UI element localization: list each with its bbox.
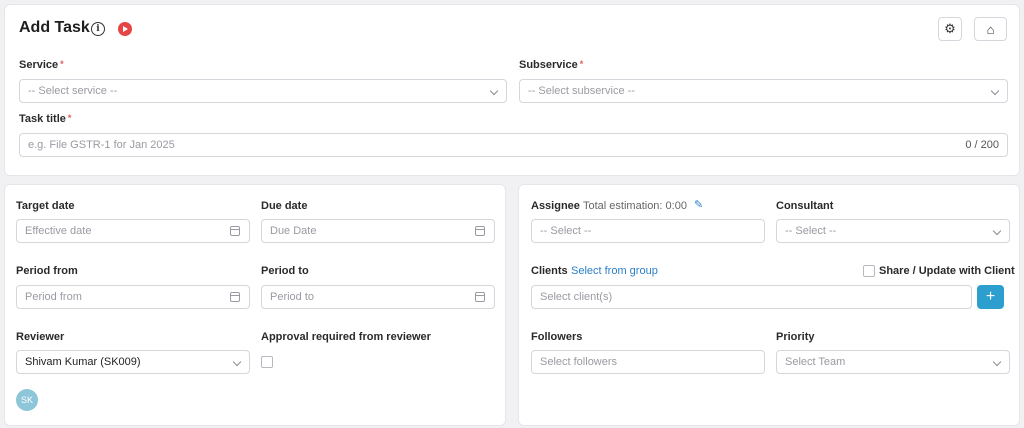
consultant-label: Consultant: [776, 200, 834, 212]
service-placeholder: -- Select service --: [28, 85, 118, 97]
assignment-card: Assignee Total estimation: 0:00 ✎ -- Sel…: [518, 184, 1020, 426]
period-to-placeholder: Period to: [270, 291, 315, 303]
followers-input[interactable]: Select followers: [531, 350, 765, 374]
settings-button[interactable]: ⚙: [938, 17, 962, 41]
clients-input[interactable]: Select client(s): [531, 285, 972, 309]
subservice-select[interactable]: -- Select subservice --: [519, 79, 1008, 103]
subservice-placeholder: -- Select subservice --: [528, 85, 635, 97]
target-date-input[interactable]: Effective date: [16, 219, 250, 243]
home-button[interactable]: ⌂: [974, 17, 1007, 41]
priority-placeholder: Select Team: [785, 356, 846, 368]
home-icon: ⌂: [986, 21, 995, 37]
service-label: Service *: [19, 59, 64, 71]
followers-label: Followers: [531, 331, 583, 343]
assignee-select[interactable]: -- Select --: [531, 219, 765, 243]
add-task-header-card: Add Task i ⚙ ⌂ Service * -- Select servic…: [4, 4, 1020, 176]
due-date-placeholder: Due Date: [270, 225, 317, 237]
add-client-button[interactable]: +: [977, 285, 1004, 309]
task-title-label: Task title *: [19, 113, 72, 125]
service-select[interactable]: -- Select service --: [19, 79, 507, 103]
followers-placeholder: Select followers: [540, 356, 618, 368]
edit-pencil-icon[interactable]: ✎: [694, 198, 703, 211]
share-checkbox[interactable]: [863, 265, 875, 277]
clients-label: Clients: [531, 265, 568, 277]
clients-placeholder: Select client(s): [540, 291, 613, 303]
target-date-label: Target date: [16, 200, 75, 212]
char-counter: 0 / 200: [965, 139, 999, 151]
page-title: Add Task: [19, 19, 90, 36]
calendar-icon: [475, 292, 485, 302]
consultant-select[interactable]: -- Select --: [776, 219, 1010, 243]
period-from-input[interactable]: Period from: [16, 285, 250, 309]
select-from-group-link[interactable]: Select from group: [571, 265, 658, 277]
due-date-input[interactable]: Due Date: [261, 219, 495, 243]
plus-icon: +: [985, 288, 996, 305]
total-estimation: Total estimation: 0:00: [583, 200, 687, 212]
period-from-label: Period from: [16, 265, 78, 277]
calendar-icon: [230, 292, 240, 302]
period-to-input[interactable]: Period to: [261, 285, 495, 309]
priority-label: Priority: [776, 331, 815, 343]
schedule-card: Target date Effective date Due date Due …: [4, 184, 506, 426]
assignee-label: Assignee: [531, 200, 580, 212]
reviewer-value: Shivam Kumar (SK009): [25, 356, 141, 368]
assignee-placeholder: -- Select --: [540, 225, 592, 237]
priority-select[interactable]: Select Team: [776, 350, 1010, 374]
info-icon[interactable]: i: [91, 22, 105, 36]
period-from-placeholder: Period from: [25, 291, 82, 303]
approval-label: Approval required from reviewer: [261, 331, 431, 343]
calendar-icon: [475, 226, 485, 236]
calendar-icon: [230, 226, 240, 236]
chevron-down-icon: [992, 357, 1002, 367]
task-title-input[interactable]: e.g. File GSTR-1 for Jan 2025 0 / 200: [19, 133, 1008, 157]
consultant-placeholder: -- Select --: [785, 225, 837, 237]
period-to-label: Period to: [261, 265, 309, 277]
chevron-down-icon: [489, 86, 499, 96]
chevron-down-icon: [992, 226, 1002, 236]
chevron-down-icon: [232, 357, 242, 367]
play-icon[interactable]: [118, 22, 132, 36]
target-date-placeholder: Effective date: [25, 225, 92, 237]
due-date-label: Due date: [261, 200, 308, 212]
reviewer-label: Reviewer: [16, 331, 65, 343]
avatar: SK: [16, 389, 38, 411]
subservice-label: Subservice *: [519, 59, 584, 71]
reviewer-select[interactable]: Shivam Kumar (SK009): [16, 350, 250, 374]
share-label: Share / Update with Client: [879, 265, 1015, 277]
chevron-down-icon: [990, 86, 1000, 96]
gear-icon: ⚙: [944, 21, 956, 36]
approval-checkbox[interactable]: [261, 356, 273, 368]
task-title-placeholder: e.g. File GSTR-1 for Jan 2025: [28, 139, 175, 151]
